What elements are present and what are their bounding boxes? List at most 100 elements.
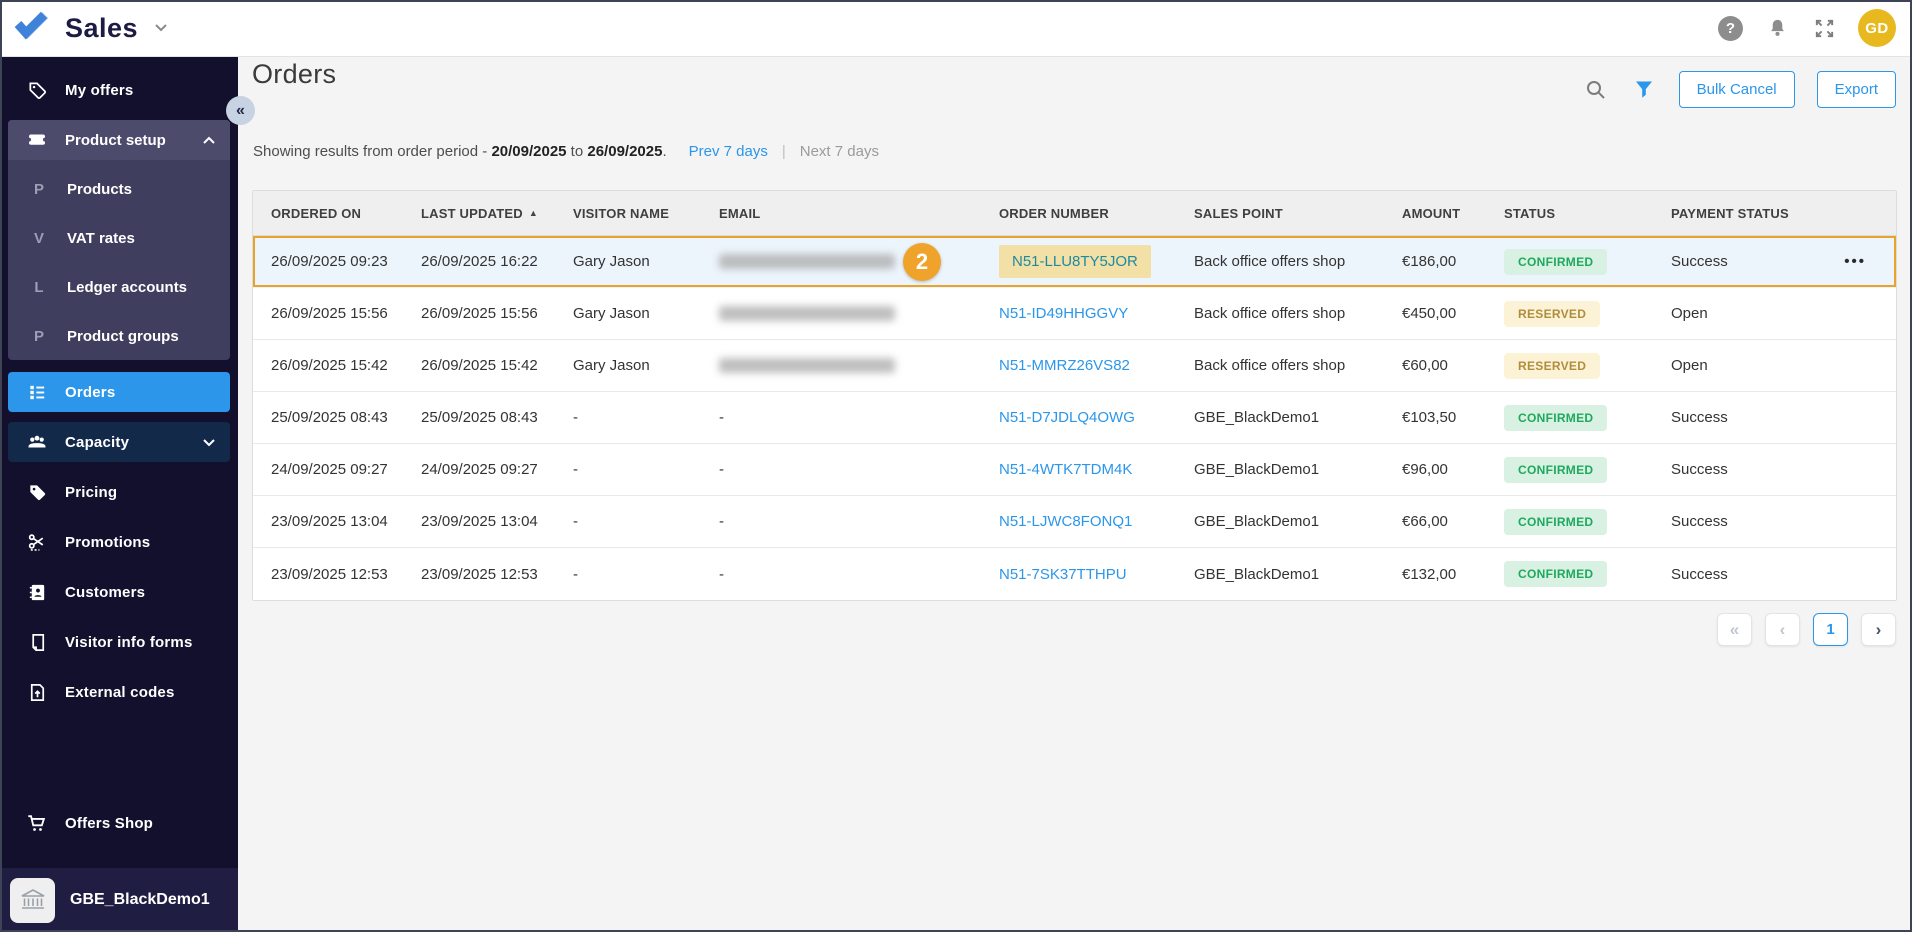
sidebar-item-product-groups[interactable]: P Product groups xyxy=(8,316,230,356)
cell-sales-point: GBE_BlackDemo1 xyxy=(1194,566,1402,583)
page-title: Orders xyxy=(252,59,336,90)
cell-last-updated: 23/09/2025 13:04 xyxy=(421,513,573,530)
table-row[interactable]: 24/09/2025 09:2724/09/2025 09:27--N51-4W… xyxy=(253,444,1896,496)
account-switcher[interactable]: GBE_BlackDemo1 xyxy=(0,868,238,932)
sidebar-item-customers[interactable]: Customers xyxy=(0,572,238,612)
table-row[interactable]: 26/09/2025 15:5626/09/2025 15:56Gary Jas… xyxy=(253,288,1896,340)
chevron-down-icon xyxy=(202,434,216,451)
order-number-link[interactable]: N51-7SK37TTHPU xyxy=(999,566,1127,583)
column-header-amount[interactable]: AMOUNT xyxy=(1402,206,1504,221)
table-header-row: ORDERED ONLAST UPDATED▲VISITOR NAMEEMAIL… xyxy=(253,191,1896,236)
pagination-page-1-button[interactable]: 1 xyxy=(1813,613,1848,646)
pagination-prev-button[interactable]: ‹ xyxy=(1765,613,1800,646)
column-header-last-updated[interactable]: LAST UPDATED▲ xyxy=(421,206,573,221)
filter-icon[interactable] xyxy=(1631,77,1657,103)
column-header-ordered-on[interactable]: ORDERED ON xyxy=(271,206,421,221)
cell-status: CONFIRMED xyxy=(1504,405,1671,431)
sort-ascending-icon: ▲ xyxy=(529,208,538,218)
order-number-link[interactable]: N51-4WTK7TDM4K xyxy=(999,461,1132,478)
cell-order-number[interactable]: N51-7SK37TTHPU xyxy=(999,566,1194,583)
status-badge: CONFIRMED xyxy=(1504,249,1607,275)
sidebar-item-vat-rates[interactable]: V VAT rates xyxy=(8,218,230,258)
column-header-order-number[interactable]: ORDER NUMBER xyxy=(999,206,1194,221)
cell-amount: €66,00 xyxy=(1402,513,1504,530)
table-row[interactable]: 25/09/2025 08:4325/09/2025 08:43--N51-D7… xyxy=(253,392,1896,444)
row-actions-menu-icon[interactable]: ••• xyxy=(1728,253,1896,270)
pagination-first-button[interactable]: « xyxy=(1717,613,1752,646)
sidebar-item-promotions[interactable]: Promotions xyxy=(0,522,238,562)
notifications-bell-icon[interactable] xyxy=(1764,15,1790,41)
cell-visitor-name: - xyxy=(573,566,719,583)
cell-visitor-name: - xyxy=(573,409,719,426)
order-number-link[interactable]: N51-LLU8TY5JOR xyxy=(999,245,1151,278)
sidebar-group-product-setup: Product setup P Products V VAT rates L L… xyxy=(8,120,230,360)
prev-7-days-link[interactable]: Prev 7 days xyxy=(689,143,768,160)
column-header-status[interactable]: STATUS xyxy=(1504,206,1671,221)
cell-payment-status: Success xyxy=(1671,566,1728,583)
cell-payment-status: Open xyxy=(1671,357,1708,374)
cell-order-number[interactable]: N51-D7JDLQ4OWG xyxy=(999,409,1194,426)
sidebar-item-label: External codes xyxy=(65,684,175,701)
help-icon[interactable]: ? xyxy=(1718,16,1743,41)
cell-payment-status-menu: Success xyxy=(1671,566,1896,583)
cell-ordered-on: 24/09/2025 09:27 xyxy=(271,461,421,478)
sidebar-item-orders[interactable]: Orders xyxy=(8,372,230,412)
export-button[interactable]: Export xyxy=(1817,71,1896,108)
cell-order-number[interactable]: N51-MMRZ26VS82 xyxy=(999,357,1194,374)
cell-payment-status-menu: Success••• xyxy=(1671,253,1896,270)
cell-email: - xyxy=(719,461,999,478)
app-switcher-chevron-icon[interactable] xyxy=(154,19,168,37)
cell-order-number[interactable]: N51-ID49HHGGVY xyxy=(999,305,1194,322)
link-separator: | xyxy=(782,143,786,160)
column-header-email[interactable]: EMAIL xyxy=(719,206,999,221)
cell-last-updated: 23/09/2025 12:53 xyxy=(421,566,573,583)
sidebar-item-my-offers[interactable]: My offers xyxy=(0,70,238,110)
app-logo-icon xyxy=(14,11,51,45)
cell-last-updated: 26/09/2025 15:42 xyxy=(421,357,573,374)
pagination-next-button[interactable]: › xyxy=(1861,613,1896,646)
sidebar-item-external-codes[interactable]: External codes xyxy=(0,672,238,712)
sidebar-item-visitor-info-forms[interactable]: Visitor info forms xyxy=(0,622,238,662)
main-content: Orders Bulk Cancel Export Showing result… xyxy=(238,57,1912,932)
period-to-date: 26/09/2025 xyxy=(587,143,662,160)
table-row[interactable]: 23/09/2025 12:5323/09/2025 12:53--N51-7S… xyxy=(253,548,1896,600)
sidebar-item-label: Product groups xyxy=(67,328,179,345)
cell-payment-status: Open xyxy=(1671,305,1708,322)
annotation-step-badge: 2 xyxy=(903,243,941,281)
column-header-payment-status[interactable]: PAYMENT STATUS xyxy=(1671,206,1896,221)
bulk-cancel-button[interactable]: Bulk Cancel xyxy=(1679,71,1795,108)
cart-icon xyxy=(26,812,48,835)
avatar[interactable]: GD xyxy=(1858,9,1896,47)
status-badge: CONFIRMED xyxy=(1504,561,1607,587)
sidebar-item-offers-shop[interactable]: Offers Shop xyxy=(0,803,238,843)
search-icon[interactable] xyxy=(1583,77,1609,103)
fullscreen-icon[interactable] xyxy=(1811,15,1837,41)
column-header-sales-point[interactable]: SALES POINT xyxy=(1194,206,1402,221)
sidebar-item-label: Ledger accounts xyxy=(67,279,187,296)
cell-ordered-on: 23/09/2025 13:04 xyxy=(271,513,421,530)
sidebar-item-ledger-accounts[interactable]: L Ledger accounts xyxy=(8,267,230,307)
sidebar-item-products[interactable]: P Products xyxy=(8,169,230,209)
id-book-icon xyxy=(26,582,48,603)
sidebar-collapse-button[interactable]: « xyxy=(226,96,255,125)
order-number-link[interactable]: N51-MMRZ26VS82 xyxy=(999,357,1130,374)
table-row[interactable]: 26/09/2025 15:4226/09/2025 15:42Gary Jas… xyxy=(253,340,1896,392)
order-number-link[interactable]: N51-ID49HHGGVY xyxy=(999,305,1128,322)
table-row[interactable]: 26/09/2025 09:2326/09/2025 16:22Gary Jas… xyxy=(253,236,1896,288)
order-number-link[interactable]: N51-D7JDLQ4OWG xyxy=(999,409,1135,426)
sidebar-item-pricing[interactable]: Pricing xyxy=(0,472,238,512)
cell-amount: €60,00 xyxy=(1402,357,1504,374)
cell-payment-status: Success xyxy=(1671,513,1728,530)
sidebar-item-capacity[interactable]: Capacity xyxy=(8,422,230,462)
period-summary: Showing results from order period - 20/0… xyxy=(253,143,879,160)
table-row[interactable]: 23/09/2025 13:0423/09/2025 13:04--N51-LJ… xyxy=(253,496,1896,548)
sidebar-item-label: Pricing xyxy=(65,484,117,501)
cell-amount: €186,00 xyxy=(1402,253,1504,270)
next-7-days-link[interactable]: Next 7 days xyxy=(800,143,879,160)
cell-order-number[interactable]: N51-4WTK7TDM4K xyxy=(999,461,1194,478)
cell-order-number[interactable]: N51-LJWC8FONQ1 xyxy=(999,513,1194,530)
order-number-link[interactable]: N51-LJWC8FONQ1 xyxy=(999,513,1132,530)
sidebar-item-product-setup[interactable]: Product setup xyxy=(8,120,230,160)
column-header-visitor-name[interactable]: VISITOR NAME xyxy=(573,206,719,221)
cell-order-number[interactable]: N51-LLU8TY5JOR xyxy=(999,253,1194,270)
